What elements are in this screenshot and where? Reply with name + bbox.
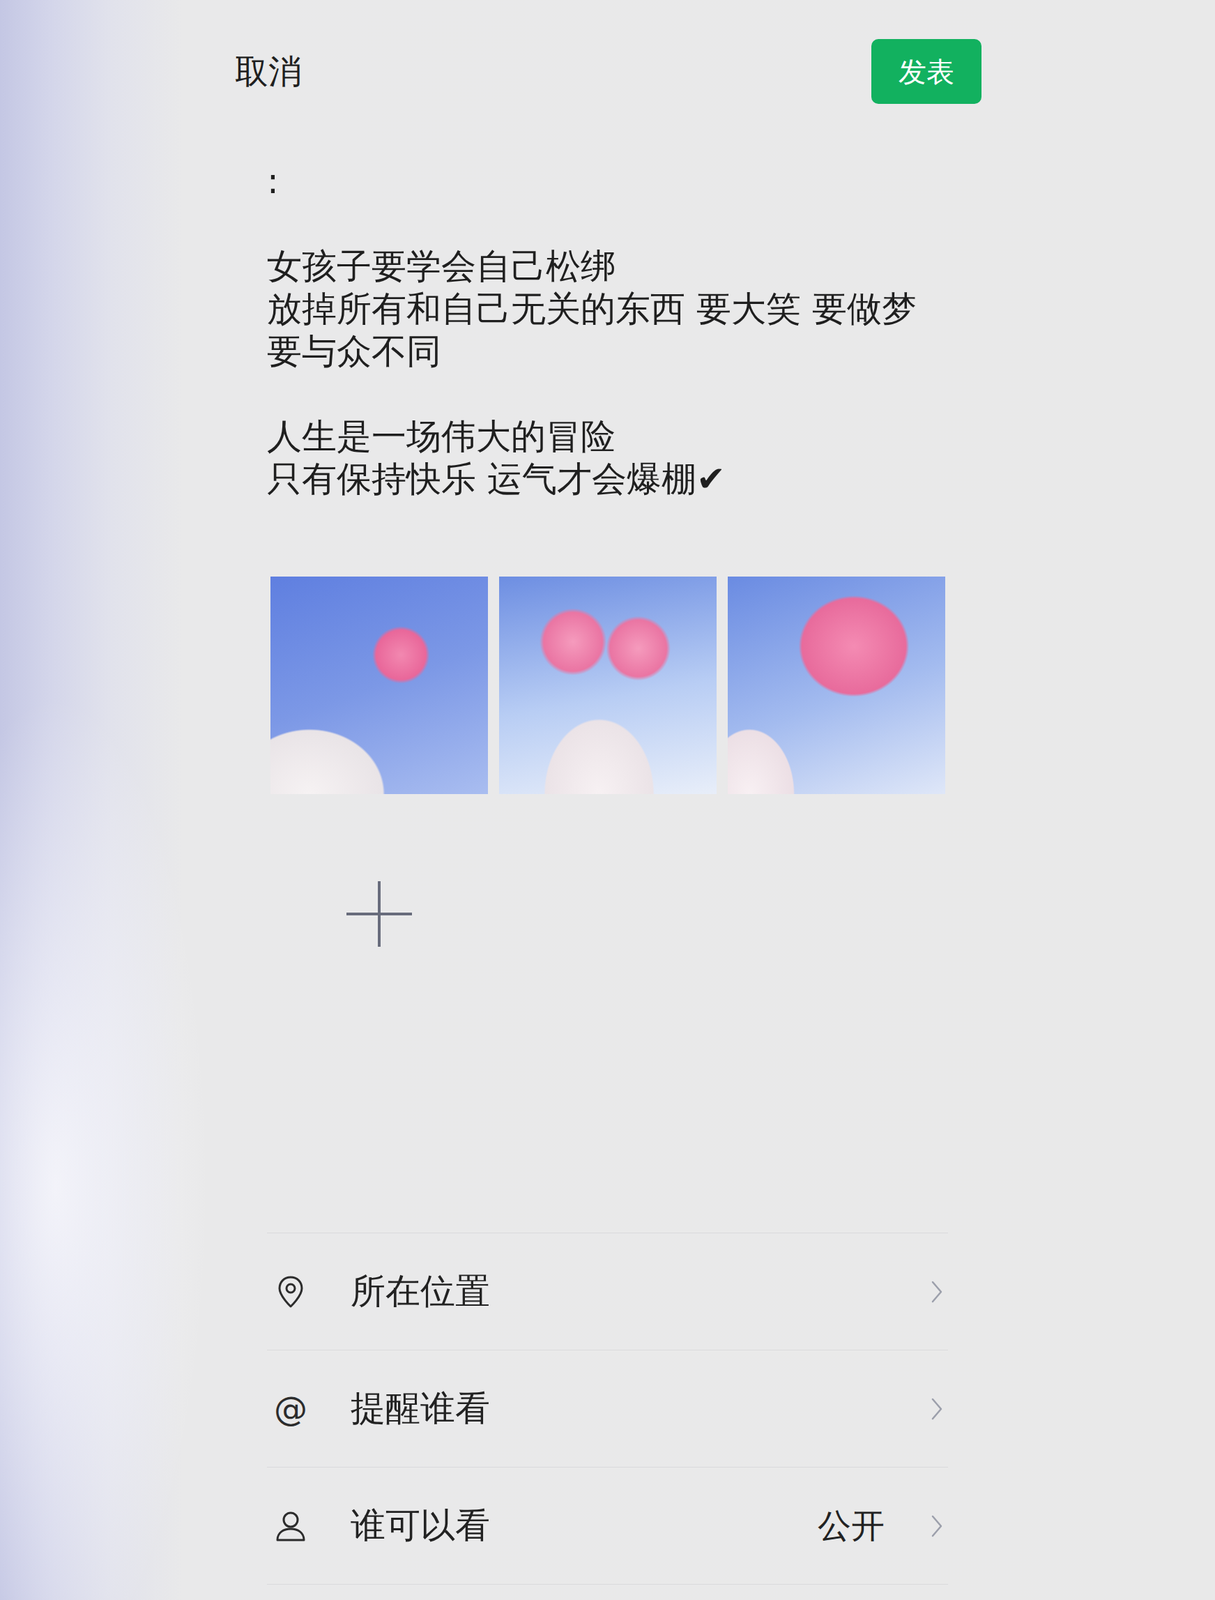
photo-thumbnail[interactable] bbox=[270, 576, 488, 794]
moments-composer: 取消 发表: 女孩子要学会自己松绑放掉所有和自己无关的东西 要大笑 要做梦要与众不同… bbox=[0, 0, 1215, 1600]
photo-thumbnail[interactable] bbox=[499, 576, 717, 794]
option-value: 公开 bbox=[817, 1503, 885, 1547]
location-pin-icon bbox=[276, 1274, 305, 1309]
at-sign-icon: @ bbox=[273, 1392, 308, 1426]
add-photo-button[interactable] bbox=[270, 805, 488, 1023]
composer-body: : 女孩子要学会自己松绑放掉所有和自己无关的东西 要大笑 要做梦要与众不同人生是一… bbox=[0, 103, 1215, 1585]
option-label: 谁可以看 bbox=[350, 1502, 491, 1549]
option-icon-box bbox=[273, 1274, 309, 1310]
text-paragraph: : bbox=[266, 160, 949, 203]
option-icon-box: @ bbox=[273, 1391, 309, 1427]
chevron-right-icon bbox=[930, 1396, 944, 1421]
text-line: 只有保持快乐 运气才会爆棚✔ bbox=[266, 457, 949, 501]
photo-grid bbox=[270, 576, 949, 1023]
top-bar: 取消 发表 bbox=[0, 0, 1215, 104]
option-row[interactable]: 所在位置 bbox=[266, 1232, 949, 1350]
option-label: 所在位置 bbox=[350, 1268, 491, 1314]
person-icon bbox=[275, 1509, 307, 1542]
publish-button[interactable]: 发表 bbox=[871, 39, 982, 104]
text-paragraph: 人生是一场伟大的冒险只有保持快乐 运气才会爆棚✔ bbox=[266, 415, 949, 501]
option-label: 提醒谁看 bbox=[350, 1385, 491, 1432]
photo-thumbnail[interactable] bbox=[727, 576, 946, 794]
text-line: : bbox=[266, 160, 949, 203]
chevron-right-icon bbox=[930, 1279, 944, 1304]
plus-icon bbox=[345, 879, 414, 949]
post-text-field[interactable]: : 女孩子要学会自己松绑放掉所有和自己无关的东西 要大笑 要做梦要与众不同人生是一… bbox=[266, 160, 949, 501]
text-line: 人生是一场伟大的冒险 bbox=[266, 415, 949, 458]
option-row[interactable]: @ 提醒谁看 bbox=[266, 1349, 949, 1467]
text-line: 女孩子要学会自己松绑 bbox=[266, 245, 949, 288]
chevron-right-icon bbox=[930, 1514, 944, 1538]
option-row[interactable]: 谁可以看 公开 bbox=[266, 1466, 949, 1584]
text-line: 放掉所有和自己无关的东西 要大笑 要做梦 bbox=[266, 287, 949, 331]
option-icon-box bbox=[273, 1508, 309, 1544]
options-list: 所在位置 @ 提醒谁看谁可以看 公开 bbox=[266, 1232, 949, 1585]
text-paragraph: 女孩子要学会自己松绑放掉所有和自己无关的东西 要大笑 要做梦要与众不同 bbox=[266, 245, 949, 373]
cancel-button[interactable]: 取消 bbox=[234, 51, 302, 93]
text-line: 要与众不同 bbox=[266, 330, 949, 373]
